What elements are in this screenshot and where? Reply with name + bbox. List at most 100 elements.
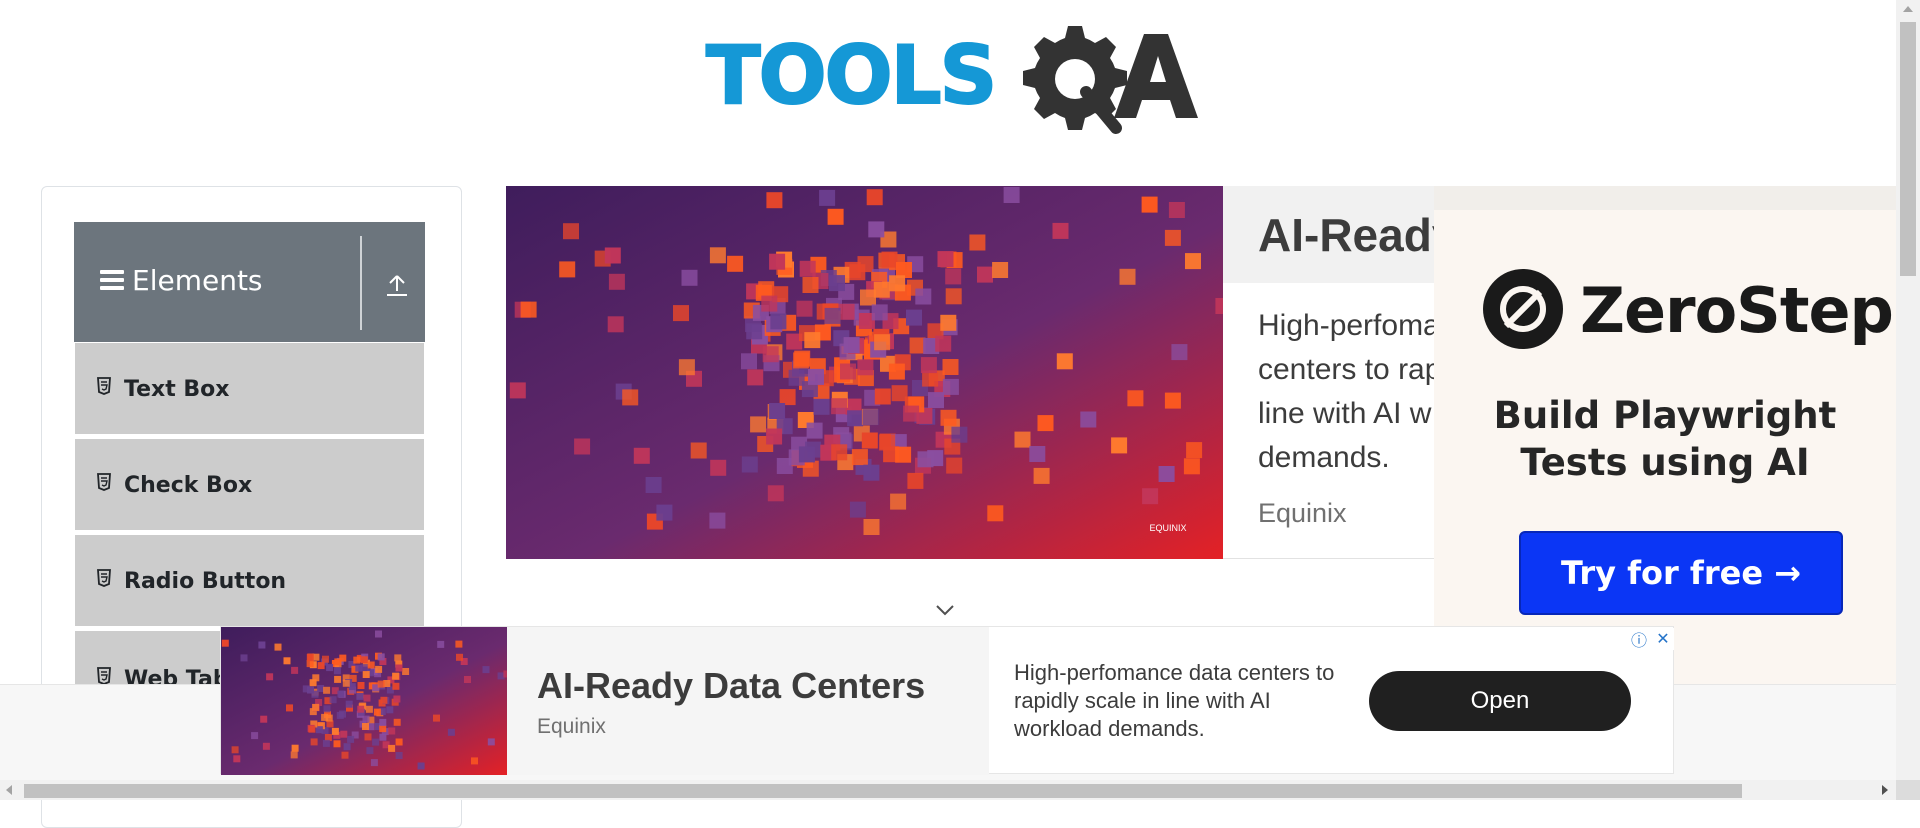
scroll-left-icon[interactable] [6, 785, 12, 795]
cube-block [509, 382, 526, 399]
scroll-up-icon[interactable] [1903, 6, 1913, 12]
cube-block [761, 295, 778, 312]
cube-block [291, 666, 299, 674]
ad-headline: Build Playwright Tests using AI [1434, 392, 1896, 486]
elements-group-header[interactable]: Elements [74, 222, 425, 342]
cube-block [1033, 467, 1050, 484]
cube-block [766, 192, 783, 209]
sidebar-item-radio-button[interactable]: Radio Button [75, 535, 424, 628]
cube-block [799, 260, 816, 277]
try-for-free-button[interactable]: Try for free → [1519, 531, 1843, 615]
cube-block [813, 398, 830, 415]
cube-block [563, 223, 579, 240]
cube-block [747, 369, 764, 386]
cube-block [322, 655, 329, 663]
zerostep-logo-icon [1483, 269, 1563, 349]
cube-block [863, 464, 880, 481]
cube-block [937, 251, 954, 268]
cube-block [915, 288, 932, 305]
close-icon[interactable]: ✕ [1652, 628, 1674, 650]
cube-block [348, 683, 356, 691]
cube-block [342, 679, 350, 687]
cube-block [909, 337, 926, 354]
cube-block [360, 656, 368, 664]
cube-block [608, 273, 625, 290]
cube-block [769, 403, 786, 419]
cube-block [804, 332, 821, 349]
cube-block [1186, 442, 1203, 459]
bottom-advertisement[interactable]: AI-Ready Data Centers Equinix High-perfo… [220, 626, 1674, 775]
cube-block [945, 288, 962, 305]
cube-block [326, 664, 334, 672]
cube-block [951, 426, 968, 443]
cube-block [946, 457, 963, 474]
cube-block [750, 416, 767, 433]
cube-block [375, 630, 382, 638]
ad-divider [1223, 558, 1443, 559]
sidebar-item-label: Radio Button [124, 569, 287, 594]
cube-block [741, 353, 757, 370]
sidebar-item-text-box[interactable]: Text Box [75, 343, 424, 436]
cube-block [969, 234, 986, 251]
cube-block [333, 740, 341, 748]
scrollbar-thumb[interactable] [24, 784, 1742, 798]
cube-block [942, 378, 959, 395]
open-button[interactable]: Open [1369, 671, 1631, 731]
cube-block [874, 334, 891, 351]
ad-info-icon[interactable]: ⓘ [1628, 628, 1650, 650]
cube-block [341, 751, 349, 759]
sidebar-item-check-box[interactable]: Check Box [75, 439, 424, 532]
cube-block [392, 672, 400, 680]
ad-body-line: centers to rap [1258, 353, 1442, 386]
cube-block [808, 368, 824, 385]
cube-block [766, 428, 783, 445]
cube-block [363, 694, 371, 702]
ad-headline-line: Tests using AI [1520, 441, 1810, 484]
main-advertisement[interactable]: EQUINIX AI-Ready High-perfoma centers to… [506, 186, 1443, 559]
cube-block [291, 744, 299, 752]
scrollbar-thumb[interactable] [1900, 22, 1916, 276]
cube-block [1119, 268, 1136, 285]
cube-block [868, 221, 885, 238]
cube-block [262, 742, 270, 750]
side-advertisement[interactable]: ZeroStep Build Playwright Tests using AI… [1434, 186, 1896, 686]
cube-block [353, 656, 361, 664]
cube-block [928, 392, 944, 409]
cube-block [375, 665, 383, 673]
cube-block [322, 739, 330, 747]
cube-block [881, 251, 898, 268]
site-logo[interactable]: TOOLS [705, 22, 1198, 138]
cube-block [323, 705, 331, 713]
cube-block [890, 493, 907, 510]
horizontal-scrollbar[interactable] [0, 780, 1896, 800]
cube-block [364, 733, 372, 741]
cube-block [827, 208, 844, 225]
cube-block [847, 410, 864, 427]
cube-block [746, 323, 763, 340]
ad-choices: ⓘ ✕ [1628, 628, 1676, 650]
cube-block [340, 730, 348, 738]
cube-block [306, 653, 314, 661]
cube-block [290, 751, 298, 759]
cube-block [302, 685, 310, 693]
cube-block [1052, 222, 1069, 239]
collapse-upload-icon[interactable] [384, 272, 410, 298]
cube-block [309, 679, 317, 687]
cube-block [251, 732, 259, 740]
chevron-down-icon[interactable] [935, 603, 955, 617]
cube-block [233, 755, 241, 763]
logo-text: TOOLS [705, 29, 998, 122]
scroll-right-icon[interactable] [1882, 785, 1888, 795]
art-brand-text: EQUINIX [1149, 523, 1186, 533]
cube-block [308, 725, 316, 733]
cube-block [447, 728, 455, 736]
cube-block [482, 666, 490, 674]
vertical-scrollbar[interactable] [1896, 0, 1920, 780]
cube-block [362, 723, 369, 730]
cube-block [851, 449, 868, 466]
cube-block [709, 512, 726, 529]
cube-block [1141, 196, 1158, 213]
cube-block [464, 676, 471, 683]
cube-block [831, 398, 848, 415]
cube-block [362, 671, 370, 678]
